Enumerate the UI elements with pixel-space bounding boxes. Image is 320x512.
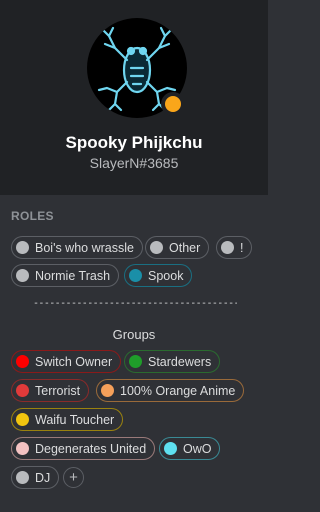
role-label: ! [240, 240, 244, 255]
group-pill[interactable]: Stardewers [124, 350, 221, 373]
role-color-dot[interactable] [129, 355, 142, 368]
role-color-dot[interactable] [221, 241, 234, 254]
status-idle-icon [165, 96, 181, 112]
role-label: Terrorist [35, 383, 81, 398]
role-pill[interactable]: Normie Trash [11, 264, 120, 287]
group-pill[interactable]: Waifu Toucher [11, 408, 124, 431]
role-label: Switch Owner [35, 354, 113, 369]
role-pill[interactable]: Other [145, 236, 210, 259]
role-pill[interactable]: ! [216, 236, 253, 259]
role-color-dot[interactable] [16, 442, 29, 455]
role-color-dot[interactable] [16, 241, 29, 254]
group-pill[interactable]: Terrorist [11, 379, 90, 402]
role-color-dot[interactable] [150, 241, 163, 254]
profile-header: Spooky Phijkchu SlayerN#3685 [0, 0, 268, 195]
role-color-dot[interactable] [164, 442, 177, 455]
role-color-dot[interactable] [16, 269, 29, 282]
groups-heading: Groups [112, 327, 156, 342]
add-role-button[interactable]: + [63, 467, 84, 488]
role-color-dot[interactable] [16, 384, 29, 397]
role-color-dot[interactable] [16, 355, 29, 368]
role-label: Degenerates United [35, 441, 147, 456]
role-label: Waifu Toucher [35, 412, 115, 427]
group-pill[interactable]: Switch Owner [11, 350, 122, 373]
separator-line: ----------------------------------------… [33, 298, 237, 308]
role-pill[interactable]: Boi's who wrassle [11, 236, 143, 259]
group-pill[interactable]: OwO [159, 437, 221, 460]
group-pill[interactable]: 100% Orange Anime [96, 379, 245, 402]
group-pill[interactable]: Degenerates United [11, 437, 156, 460]
role-label: Boi's who wrassle [35, 240, 134, 255]
role-color-dot[interactable] [16, 471, 29, 484]
username: Spooky Phijkchu [65, 133, 203, 152]
role-label: Stardewers [148, 354, 212, 369]
role-label: DJ [35, 470, 51, 485]
role-pill[interactable]: Spook [124, 264, 193, 287]
group-pill[interactable]: DJ [11, 466, 60, 489]
role-label: Normie Trash [35, 268, 111, 283]
role-label: Other [169, 240, 201, 255]
role-label: Spook [148, 268, 184, 283]
user-tag: SlayerN#3685 [89, 155, 179, 171]
role-label: 100% Orange Anime [120, 383, 236, 398]
role-color-dot[interactable] [129, 269, 142, 282]
role-color-dot[interactable] [101, 384, 114, 397]
roles-heading: ROLES [11, 209, 54, 223]
role-label: OwO [183, 441, 212, 456]
role-color-dot[interactable] [16, 413, 29, 426]
avatar[interactable] [87, 18, 187, 118]
